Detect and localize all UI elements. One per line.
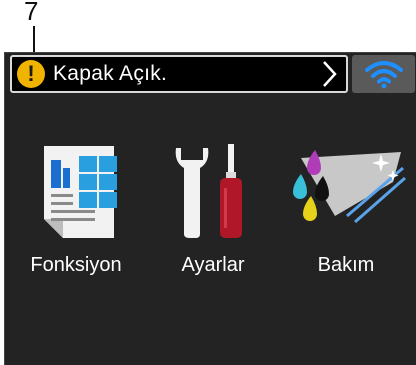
functions-icon <box>44 146 117 238</box>
tile-label-ayarlar: Ayarlar <box>181 254 245 276</box>
maintenance-ink-icon <box>293 150 406 224</box>
exclamation-icon: ! <box>17 60 45 88</box>
status-message: Kapak Açık. <box>53 62 168 85</box>
lcd-screen: ! Kapak Açık. Fonksiyon Ayarlar Bakım <box>4 52 416 365</box>
callout-number: 7 <box>24 0 39 26</box>
tile-fonksiyon[interactable]: Fonksiyon <box>11 138 141 288</box>
tile-label-bakim: Bakım <box>317 254 375 276</box>
wifi-button[interactable] <box>352 55 415 93</box>
status-bar[interactable]: ! Kapak Açık. <box>10 55 348 93</box>
chevron-right-icon <box>323 61 337 87</box>
settings-tools-icon <box>175 144 242 238</box>
wifi-icon <box>364 61 403 89</box>
tile-label-fonksiyon: Fonksiyon <box>30 254 122 276</box>
tile-ayarlar[interactable]: Ayarlar <box>148 138 278 288</box>
tile-bakim[interactable]: Bakım <box>281 138 411 288</box>
